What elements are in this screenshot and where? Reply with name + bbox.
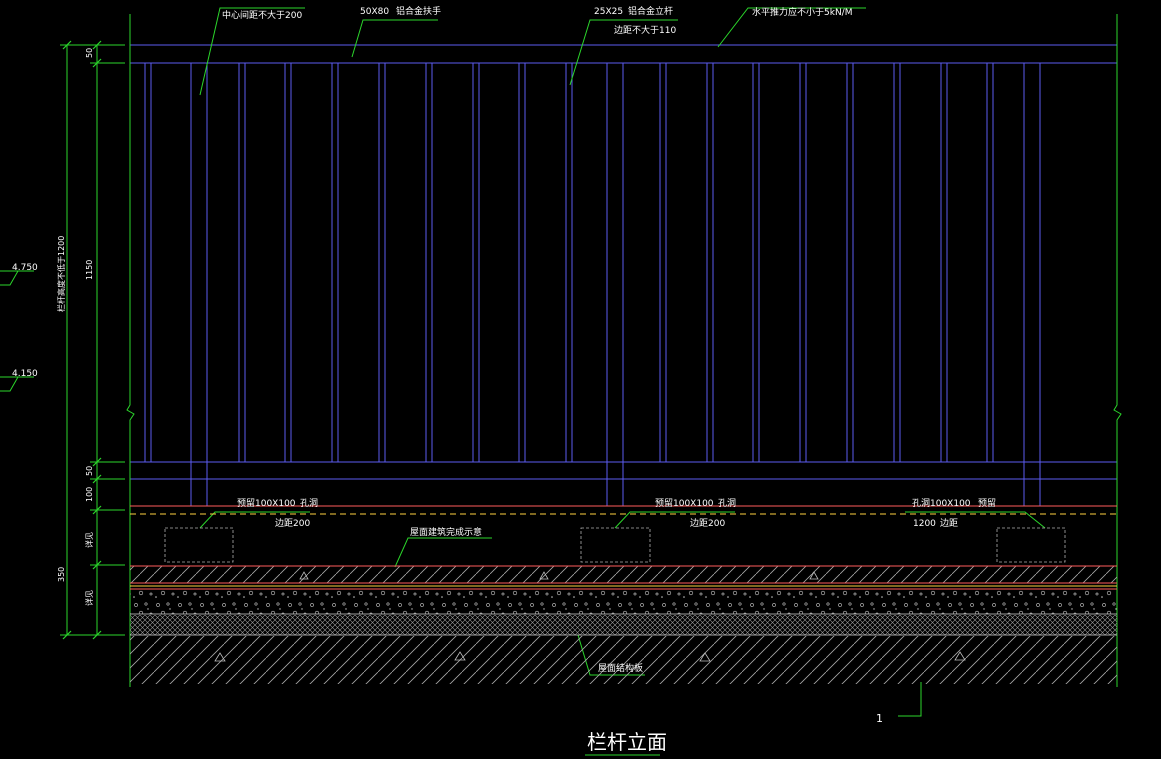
note-hole-right-c: 1200: [913, 519, 936, 529]
note-finish-surface: 屋面建筑完成示意: [410, 526, 482, 538]
dim-top: 50: [85, 48, 94, 58]
dim-base: 350: [57, 567, 66, 582]
note-hole-left-c: 边距200: [275, 518, 310, 529]
level-upper: 4.750: [12, 263, 38, 273]
reserved-holes: [164, 527, 1066, 563]
hole-left: [164, 527, 234, 563]
drawing-title: 栏杆立面: [587, 730, 667, 754]
note-hole-right-a: 孔洞100X100: [912, 498, 971, 509]
dim-layer1: 详见: [84, 532, 94, 548]
main-posts: [190, 63, 1041, 506]
balusters: [144, 63, 994, 462]
level-lower: 4.150: [12, 369, 38, 379]
dim-layer2: 详见: [84, 590, 94, 606]
dim-mid: 1150: [85, 260, 94, 280]
hole-right: [996, 527, 1066, 563]
dim-total: 栏杆高度不低于1200: [56, 236, 66, 312]
note-post-size: 25X25: [594, 7, 623, 17]
detail-ref: 1: [876, 712, 883, 725]
note-structure-slab: 屋面结构板: [598, 662, 643, 674]
note-hole-right-d: 边距: [940, 518, 958, 529]
railing: [130, 44, 1117, 506]
note-handrail-size: 50X80: [360, 7, 389, 17]
note-handrail-name: 铝合金扶手: [396, 5, 441, 17]
note-hole-mid-c: 边距200: [690, 518, 725, 529]
note-hole-left-a: 预留100X100: [237, 497, 296, 509]
note-hole-mid-a: 预留100X100: [655, 497, 714, 509]
dim-bot: 50: [85, 466, 94, 476]
note-hole-mid-b: 孔洞: [718, 498, 736, 509]
note-hole-left-b: 孔洞: [300, 498, 318, 509]
dim-curb: 100: [85, 487, 94, 502]
hole-middle: [580, 527, 651, 563]
note-post-edge: 边距不大于110: [614, 24, 676, 36]
railing-elevation-drawing: 中心间距不大于200 50X80 铝合金扶手 25X25 铝合金立杆 边距不大于…: [0, 5, 1122, 756]
note-horizontal-force: 水平推力应不小于5kN/M: [752, 6, 852, 18]
note-post-name: 铝合金立杆: [628, 5, 673, 17]
note-spacing: 中心间距不大于200: [222, 9, 302, 21]
floor-buildup: [130, 505, 1117, 684]
note-hole-right-b: 预留: [978, 497, 996, 509]
